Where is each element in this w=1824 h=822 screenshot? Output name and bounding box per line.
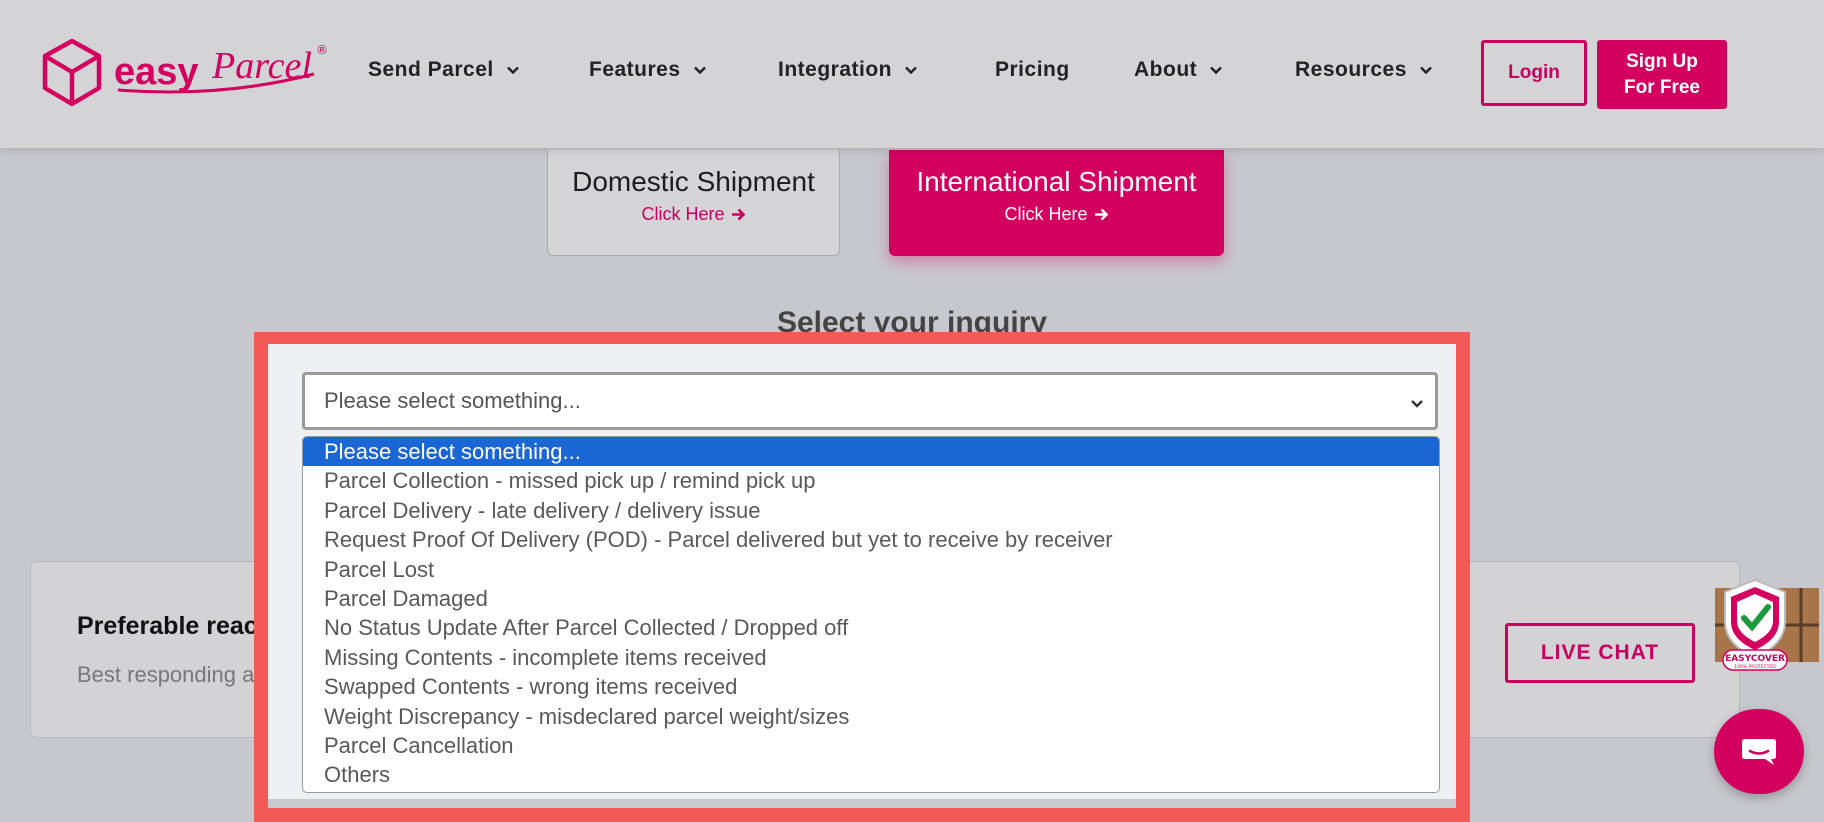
- nav-resources[interactable]: Resources: [1295, 58, 1433, 82]
- inquiry-select-panel: Please select something... Please select…: [268, 344, 1456, 808]
- nav-send-parcel-label: Send Parcel: [368, 58, 494, 81]
- login-button[interactable]: Login: [1481, 40, 1587, 106]
- domestic-shipment-title: Domestic Shipment: [572, 166, 815, 197]
- inquiry-option-parcel-cancellation[interactable]: Parcel Cancellation: [303, 731, 1439, 760]
- easyparcel-logo[interactable]: easy Parcel ®: [42, 38, 332, 113]
- inquiry-option-parcel-damaged[interactable]: Parcel Damaged: [303, 584, 1439, 613]
- top-navbar: easy Parcel ® Send Parcel Features Integ…: [0, 0, 1824, 148]
- easycover-sub: 100% PROTECTED: [1734, 664, 1776, 670]
- international-shipment-card[interactable]: International Shipment Click Here: [889, 150, 1224, 256]
- inquiry-option-no-status-update[interactable]: No Status Update After Parcel Collected …: [303, 613, 1439, 642]
- inquiry-select-highlight: Please select something... Please select…: [254, 332, 1470, 822]
- domestic-shipment-card[interactable]: Domestic Shipment Click Here: [547, 150, 840, 256]
- chat-icon: [1742, 738, 1776, 765]
- inquiry-select-value: Please select something...: [324, 388, 581, 413]
- signup-line1: Sign Up: [1626, 50, 1698, 72]
- nav-integration[interactable]: Integration: [778, 58, 918, 82]
- easycover-label: EASYCOVER: [1725, 654, 1785, 664]
- inquiry-select[interactable]: Please select something...: [302, 372, 1438, 430]
- nav-pricing-label: Pricing: [995, 58, 1070, 81]
- chevron-down-icon: [905, 66, 917, 75]
- inquiry-option-swapped-contents[interactable]: Swapped Contents - wrong items received: [303, 672, 1439, 701]
- international-click-here-link[interactable]: Click Here: [889, 204, 1224, 225]
- logo-text-easy: easy: [114, 51, 199, 93]
- nav-features-label: Features: [589, 58, 681, 81]
- live-chat-button[interactable]: LIVE CHAT: [1505, 623, 1695, 683]
- inquiry-option-placeholder[interactable]: Please select something...: [303, 437, 1439, 467]
- nav-resources-label: Resources: [1295, 58, 1407, 81]
- nav-pricing[interactable]: Pricing: [995, 58, 1070, 82]
- panel-bottom-strip: [268, 799, 1456, 808]
- international-shipment-title: International Shipment: [916, 166, 1197, 197]
- inquiry-option-parcel-lost[interactable]: Parcel Lost: [303, 555, 1439, 584]
- chat-widget-button[interactable]: [1714, 709, 1804, 794]
- nav-integration-label: Integration: [778, 58, 892, 81]
- chevron-down-icon: [506, 66, 519, 75]
- nav-send-parcel[interactable]: Send Parcel: [368, 58, 520, 82]
- signup-button[interactable]: Sign Up For Free: [1597, 40, 1727, 109]
- nav-features[interactable]: Features: [589, 58, 707, 82]
- logo-text-parcel: Parcel: [211, 45, 312, 87]
- international-click-here-label: Click Here: [1004, 204, 1088, 224]
- arrow-right-icon: [1094, 208, 1108, 221]
- easycover-badge[interactable]: EASYCOVER 100% PROTECTED: [1715, 578, 1819, 673]
- signup-line2: For Free: [1623, 76, 1701, 98]
- inquiry-option-weight-discrepancy[interactable]: Weight Discrepancy - misdeclared parcel …: [303, 702, 1439, 731]
- chevron-down-icon: [1420, 66, 1432, 75]
- inquiry-option-others[interactable]: Others: [303, 760, 1439, 789]
- domestic-click-here-label: Click Here: [641, 204, 725, 224]
- arrow-right-icon: [731, 208, 745, 221]
- inquiry-option-missing-contents[interactable]: Missing Contents - incomplete items rece…: [303, 643, 1439, 672]
- chevron-down-icon: [1411, 400, 1423, 408]
- chevron-down-icon: [1210, 66, 1223, 75]
- chevron-down-icon: [693, 66, 706, 75]
- nav-about[interactable]: About: [1134, 58, 1223, 82]
- inquiry-option-parcel-collection[interactable]: Parcel Collection - missed pick up / rem…: [303, 466, 1439, 495]
- inquiry-options-list: Please select something... Parcel Collec…: [302, 436, 1440, 793]
- domestic-click-here-link[interactable]: Click Here: [548, 204, 839, 225]
- inquiry-option-proof-of-delivery[interactable]: Request Proof Of Delivery (POD) - Parcel…: [303, 525, 1439, 554]
- logo-registered-mark: ®: [316, 43, 328, 57]
- nav-about-label: About: [1134, 58, 1198, 81]
- inquiry-option-parcel-delivery[interactable]: Parcel Delivery - late delivery / delive…: [303, 496, 1439, 525]
